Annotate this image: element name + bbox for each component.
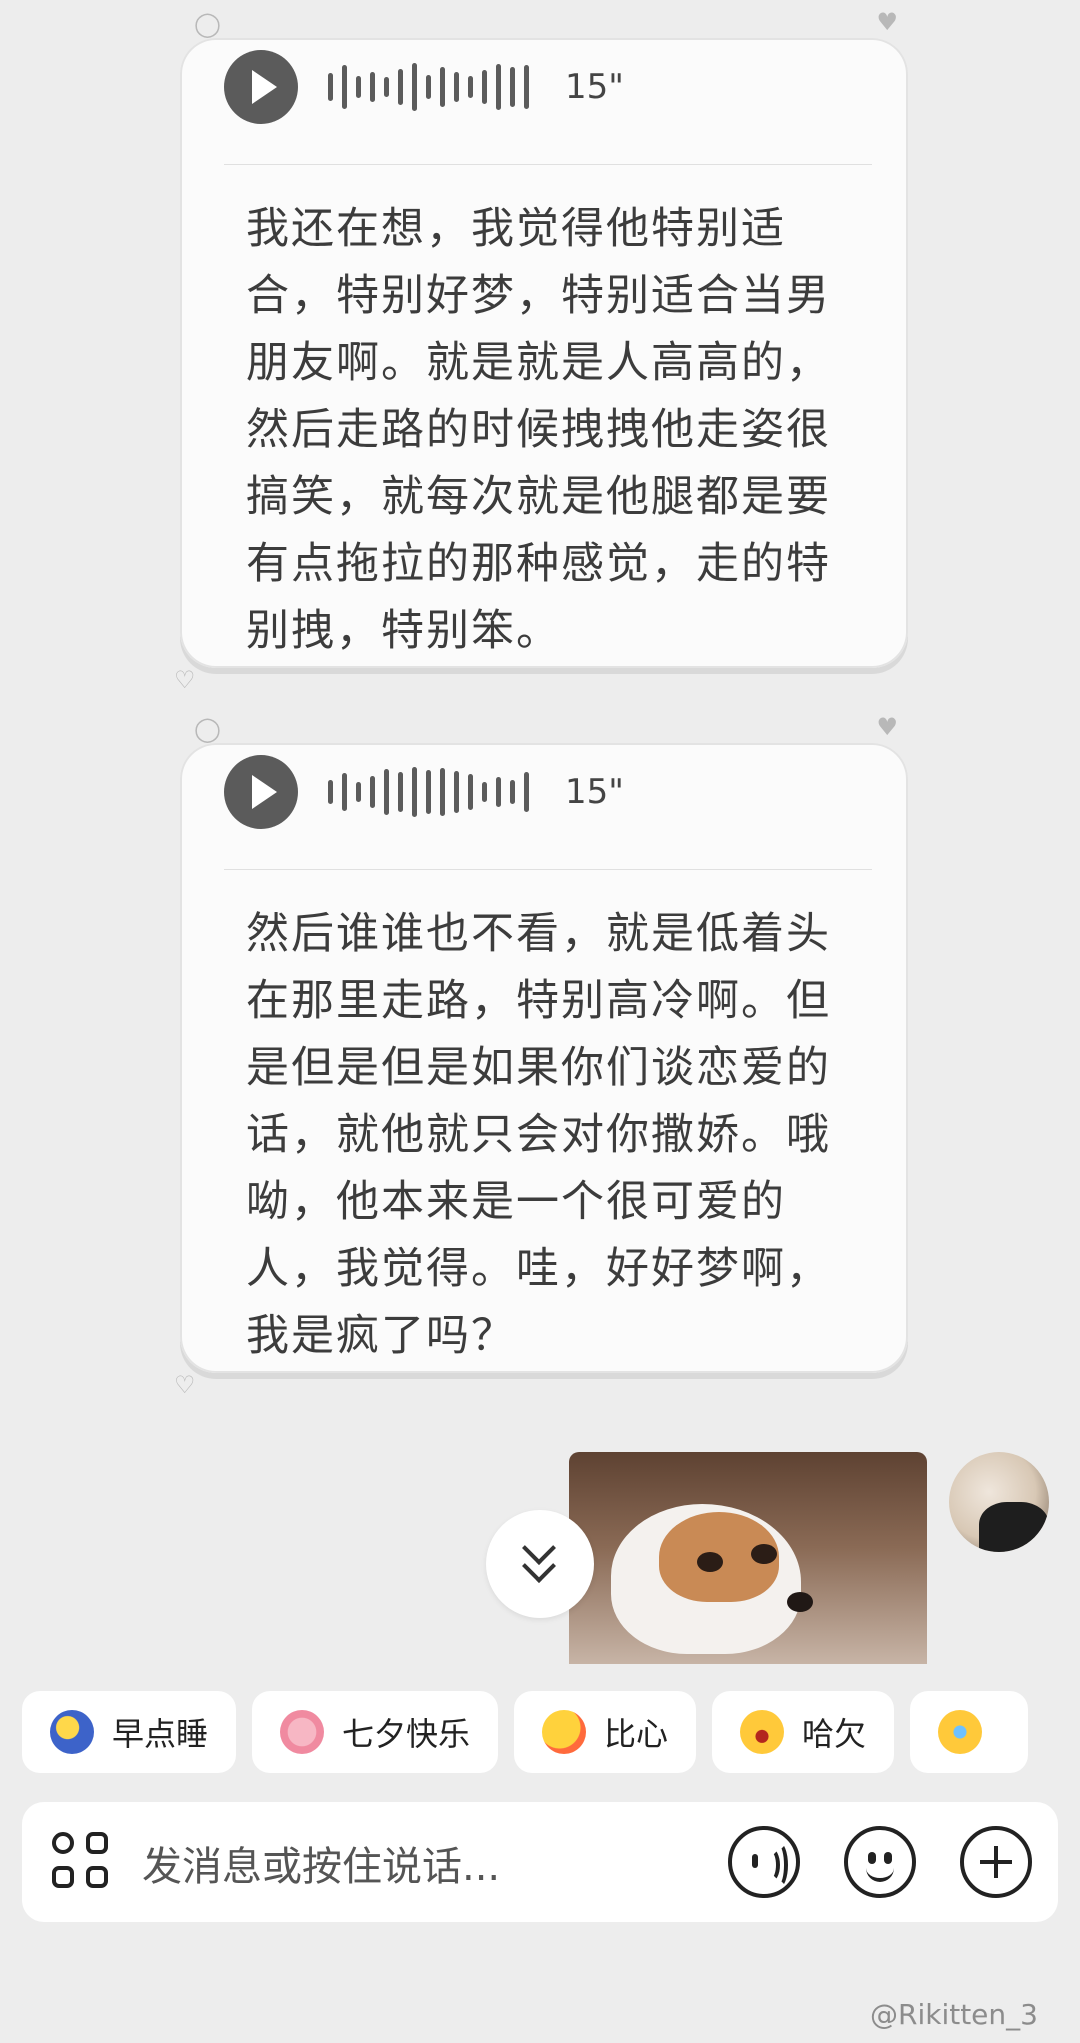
quick-reply-chip[interactable]: 早点睡: [22, 1691, 237, 1773]
message-input-bar: 发消息或按住说话...: [22, 1802, 1058, 1922]
play-voice-button[interactable]: [224, 50, 298, 124]
crying-face-icon: [938, 1710, 983, 1754]
dog-video-message[interactable]: [569, 1452, 927, 1664]
quick-reply-chip[interactable]: 比心: [514, 1691, 697, 1773]
emoji-icon[interactable]: [844, 1826, 916, 1898]
apps-grid-icon[interactable]: [52, 1832, 112, 1892]
chevron-down-icon: [522, 1549, 556, 1583]
avatar[interactable]: [949, 1452, 1049, 1552]
voice-input-icon[interactable]: [728, 1826, 800, 1898]
voice-transcript: 我还在想，我觉得他特别适合，特别好梦，特别适合当男朋友啊。就是就是人高高的，然后…: [246, 204, 831, 656]
heart-decoration-icon: ♥: [876, 713, 898, 741]
heart-decoration-icon: ♥: [876, 8, 898, 36]
voice-waveform: [328, 762, 529, 822]
yawn-face-icon: [740, 1710, 785, 1754]
voice-transcript: 然后谁谁也不看，就是低着头在那里走路，特别高冷啊。但是但是但是如果你们谈恋爱的话…: [246, 909, 831, 1361]
halo-decoration-icon: ◯: [194, 715, 221, 743]
scroll-to-bottom-button[interactable]: [486, 1510, 594, 1618]
message-input[interactable]: 发消息或按住说话...: [142, 1834, 500, 1892]
play-voice-button[interactable]: [224, 755, 298, 829]
quick-reply-chip[interactable]: [910, 1691, 1029, 1773]
add-icon[interactable]: [960, 1826, 1032, 1898]
quick-reply-chip[interactable]: 七夕快乐: [252, 1691, 499, 1773]
divider: [224, 164, 872, 165]
voice-message-bubble[interactable]: ◯ ♥ ♡ 15" 然后谁谁也不看，就是低着头在那里走路，特别高冷啊。但是但是但…: [174, 713, 908, 1399]
bird-icon: [280, 1710, 325, 1754]
watermark: @Rikitten_3: [870, 1998, 1038, 2031]
voice-message-bubble[interactable]: ◯ ♥ ♡ 15" 我还在想，我觉得他特别适合，特别好梦，特别适合当男朋友啊。就…: [174, 8, 908, 694]
finger-heart-icon: [542, 1710, 587, 1754]
quick-reply-bar: 早点睡 七夕快乐 比心 哈欠: [22, 1691, 1029, 1773]
halo-decoration-icon: ◯: [194, 10, 221, 38]
voice-duration: 15": [565, 772, 624, 812]
divider: [224, 869, 872, 870]
voice-duration: 15": [565, 67, 624, 107]
quick-reply-chip[interactable]: 哈欠: [712, 1691, 895, 1773]
voice-waveform: [328, 57, 529, 117]
heart-decoration-icon: ♡: [174, 666, 196, 694]
heart-decoration-icon: ♡: [174, 1371, 196, 1399]
sleepy-moon-icon: [50, 1710, 94, 1754]
